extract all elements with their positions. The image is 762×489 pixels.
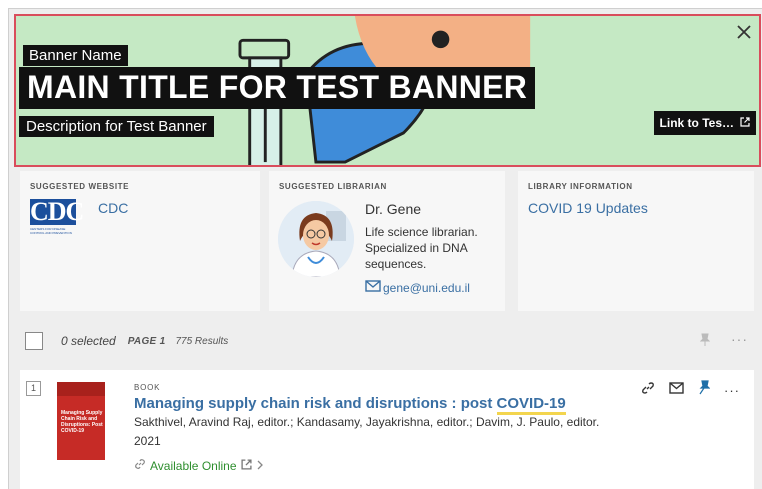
banner-title: MAIN TITLE FOR TEST BANNER — [19, 67, 536, 109]
card-label: SUGGESTED WEBSITE — [30, 182, 130, 191]
banner-link-button[interactable]: Link to Tes… — [653, 111, 756, 135]
selected-count: 0 selected — [61, 334, 116, 348]
resource-type: BOOK — [134, 383, 161, 392]
pin-icon[interactable] — [698, 380, 711, 400]
banner-name: Banner Name — [23, 45, 128, 66]
result-title-text: Managing supply chain risk and disruptio… — [134, 395, 497, 412]
suggested-librarian-card: SUGGESTED LIBRARIAN Dr. Gene Life scienc… — [269, 171, 505, 311]
permalink-icon[interactable] — [641, 381, 655, 400]
availability-text: Available Online — [150, 458, 237, 473]
cover-header — [57, 382, 105, 396]
result-title[interactable]: Managing supply chain risk and disruptio… — [134, 395, 566, 415]
availability-link[interactable]: Available Online — [134, 458, 264, 473]
cover-title: Managing Supply Chain Risk and Disruptio… — [61, 410, 103, 434]
librarian-avatar — [278, 201, 354, 277]
external-link-icon — [240, 458, 252, 473]
result-item[interactable]: 1 Managing Supply Chain Risk and Disrupt… — [20, 370, 754, 489]
covid-updates-link[interactable]: COVID 19 Updates — [528, 200, 648, 216]
card-label: LIBRARY INFORMATION — [528, 182, 633, 191]
librarian-email: gene@uni.edu.il — [383, 280, 470, 295]
more-options-icon[interactable]: ··· — [731, 331, 748, 347]
website-link[interactable]: CDC — [98, 200, 128, 216]
suggested-website-card: SUGGESTED WEBSITE CDC CENTERS FOR DISEAS… — [20, 171, 260, 311]
book-cover[interactable]: Managing Supply Chain Risk and Disruptio… — [57, 382, 105, 460]
external-link-icon — [740, 116, 750, 130]
card-label: SUGGESTED LIBRARIAN — [279, 182, 387, 191]
select-all-checkbox[interactable] — [25, 332, 43, 350]
banner-link-label: Link to Tes… — [659, 116, 734, 130]
promo-banner: Banner Name MAIN TITLE FOR TEST BANNER D… — [14, 14, 761, 167]
cdc-logo[interactable]: CDC CENTERS FOR DISEASE CONTROL AND PREV… — [30, 197, 84, 235]
result-number: 1 — [26, 381, 41, 396]
result-authors: Sakthivel, Aravind Raj, editor.; Kandasa… — [134, 415, 600, 429]
results-count: 775 Results — [175, 335, 229, 347]
page-indicator: PAGE 1 — [127, 335, 166, 347]
results-toolbar: 0 selected PAGE 1 775 Results ··· — [20, 327, 754, 355]
envelope-icon — [365, 280, 381, 295]
librarian-email-link[interactable]: gene@uni.edu.il — [365, 280, 470, 295]
cdc-logo-text: CDC — [30, 197, 84, 226]
result-title-highlight: COVID-19 — [496, 395, 566, 415]
librarian-description: Life science librarian. Specialized in D… — [365, 225, 478, 271]
cdc-logo-subtitle: CENTERS FOR DISEASE CONTROL AND PREVENTI… — [30, 227, 72, 235]
pin-icon[interactable] — [699, 333, 711, 352]
more-actions-icon[interactable]: ··· — [724, 383, 740, 398]
email-icon[interactable] — [669, 381, 684, 399]
search-results-page: Banner Name MAIN TITLE FOR TEST BANNER D… — [8, 8, 762, 489]
librarian-name: Dr. Gene — [365, 201, 422, 217]
close-icon[interactable] — [737, 22, 751, 45]
library-information-card: LIBRARY INFORMATION COVID 19 Updates — [518, 171, 754, 311]
banner-description: Description for Test Banner — [19, 116, 214, 137]
result-year: 2021 — [134, 434, 161, 448]
link-icon — [134, 458, 146, 473]
chevron-right-icon — [256, 459, 264, 473]
result-actions: ··· — [641, 380, 740, 400]
